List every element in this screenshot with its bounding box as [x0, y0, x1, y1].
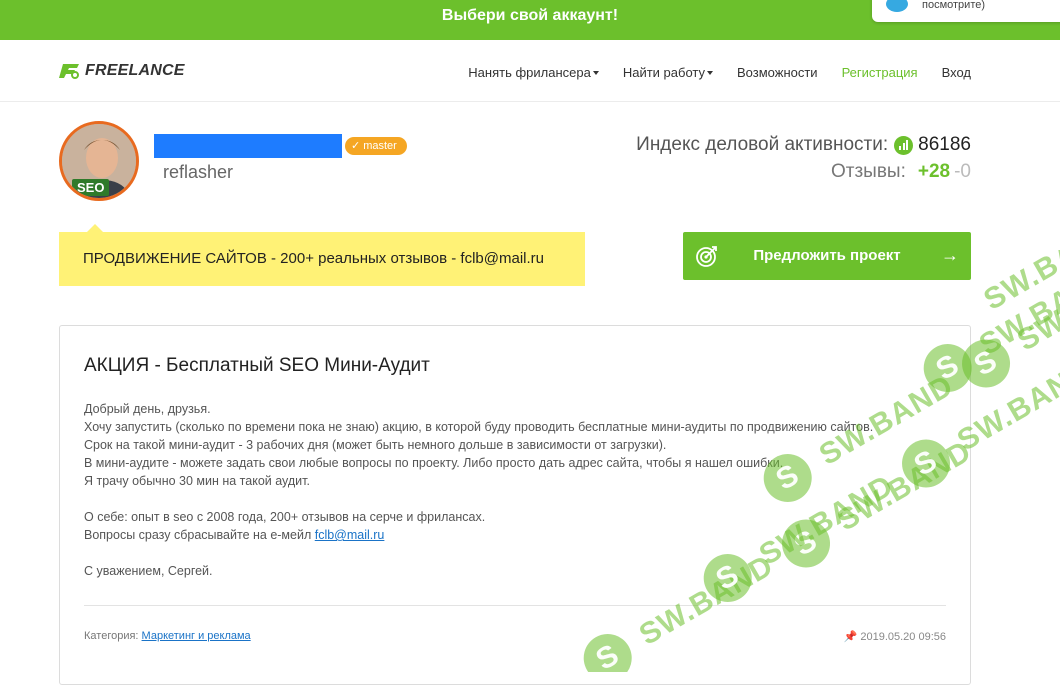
- offer-title: АКЦИЯ - Бесплатный SEO Мини-Аудит: [84, 355, 430, 377]
- body-line: О себе: опыт в seo с 2008 года, 200+ отз…: [84, 508, 944, 526]
- body-line: Добрый день, друзья.: [84, 400, 944, 418]
- nav-find-work[interactable]: Найти работу: [623, 65, 713, 80]
- category-link[interactable]: Маркетинг и реклама: [142, 630, 251, 642]
- reviews-label: Отзывы:: [831, 161, 906, 183]
- propose-project-label: Предложить проект: [683, 247, 971, 264]
- body-line: Хочу запустить (сколько по времени пока …: [84, 418, 944, 436]
- watermark-text: SW.BAND: [974, 259, 1060, 363]
- post-date-text: 2019.05.20 09:56: [860, 631, 946, 643]
- reviews-negative[interactable]: -0: [954, 161, 971, 183]
- watermark-row: SW.BAND: [972, 250, 1060, 322]
- promo-popup[interactable]: посмотрите): [872, 0, 1060, 22]
- popup-text: посмотрите): [922, 0, 985, 11]
- body-line: Я трачу обычно 30 мин на такой аудит.: [84, 472, 944, 490]
- offer-body: Добрый день, друзья. Хочу запустить (ско…: [84, 400, 944, 580]
- activity-bars-icon: [894, 136, 913, 155]
- promo-bar[interactable]: Выбери свой аккаунт! посмотрите): [0, 0, 1060, 40]
- reviews: Отзывы: +28 -0: [831, 161, 971, 183]
- logo-text: FREELANCE: [85, 62, 185, 80]
- chat-bubble-icon: [886, 0, 908, 12]
- freelance-logo-icon: [59, 62, 81, 80]
- card-divider: [84, 605, 946, 606]
- activity-value: 86186: [918, 134, 971, 156]
- username: reflasher: [163, 162, 233, 183]
- activity-index: Индекс деловой активности: 86186: [636, 134, 971, 156]
- email-link[interactable]: fclb@mail.ru: [315, 528, 385, 542]
- seo-badge: SEO: [72, 179, 109, 196]
- activity-label: Индекс деловой активности:: [636, 134, 888, 156]
- chevron-down-icon: [593, 71, 599, 75]
- reviews-positive[interactable]: +28: [918, 161, 950, 183]
- chevron-down-icon: [707, 71, 713, 75]
- profile-slogan: ПРОДВИЖЕНИЕ САЙТОВ - 200+ реальных отзыв…: [59, 232, 585, 286]
- main-nav: Нанять фрилансера Найти работу Возможнос…: [444, 65, 971, 80]
- nav-hire-freelancer[interactable]: Нанять фрилансера: [468, 65, 599, 80]
- watermark-text: SW.BAND: [1012, 255, 1060, 359]
- check-icon: ✓: [351, 140, 360, 152]
- body-line-text: Вопросы сразу сбрасывайте на е-мейл: [84, 528, 315, 542]
- site-logo[interactable]: FREELANCE: [59, 60, 185, 82]
- name-redaction: [154, 134, 342, 158]
- master-badge-label: master: [363, 140, 397, 152]
- nav-label: Нанять фрилансера: [468, 65, 591, 80]
- body-line: В мини-аудите - можете задать свои любые…: [84, 454, 944, 472]
- body-line: Срок на такой мини-аудит - 3 рабочих дня…: [84, 436, 944, 454]
- propose-project-button[interactable]: Предложить проект →: [683, 232, 971, 280]
- pin-icon: 📌: [844, 631, 858, 643]
- nav-features[interactable]: Возможности: [737, 65, 818, 80]
- nav-label: Найти работу: [623, 65, 705, 80]
- category-label: Категория:: [84, 630, 142, 642]
- avatar[interactable]: SEO: [59, 121, 139, 201]
- arrow-right-icon: →: [941, 245, 959, 266]
- body-line-email: Вопросы сразу сбрасывайте на е-мейл fclb…: [84, 526, 944, 544]
- slogan-text: ПРОДВИЖЕНИЕ САЙТОВ - 200+ реальных отзыв…: [83, 250, 544, 267]
- post-date: 📌 2019.05.20 09:56: [844, 630, 946, 643]
- nav-login[interactable]: Вход: [942, 65, 971, 80]
- nav-register[interactable]: Регистрация: [842, 65, 918, 80]
- body-line: С уважением, Сергей.: [84, 562, 944, 580]
- site-header: FREELANCE Нанять фрилансера Найти работу…: [0, 40, 1060, 102]
- offer-card: АКЦИЯ - Бесплатный SEO Мини-Аудит Добрый…: [59, 325, 971, 685]
- card-footer: Категория: Маркетинг и реклама: [84, 630, 251, 642]
- master-badge: ✓master: [345, 137, 407, 155]
- watermark-text: SW.BAND: [978, 250, 1060, 318]
